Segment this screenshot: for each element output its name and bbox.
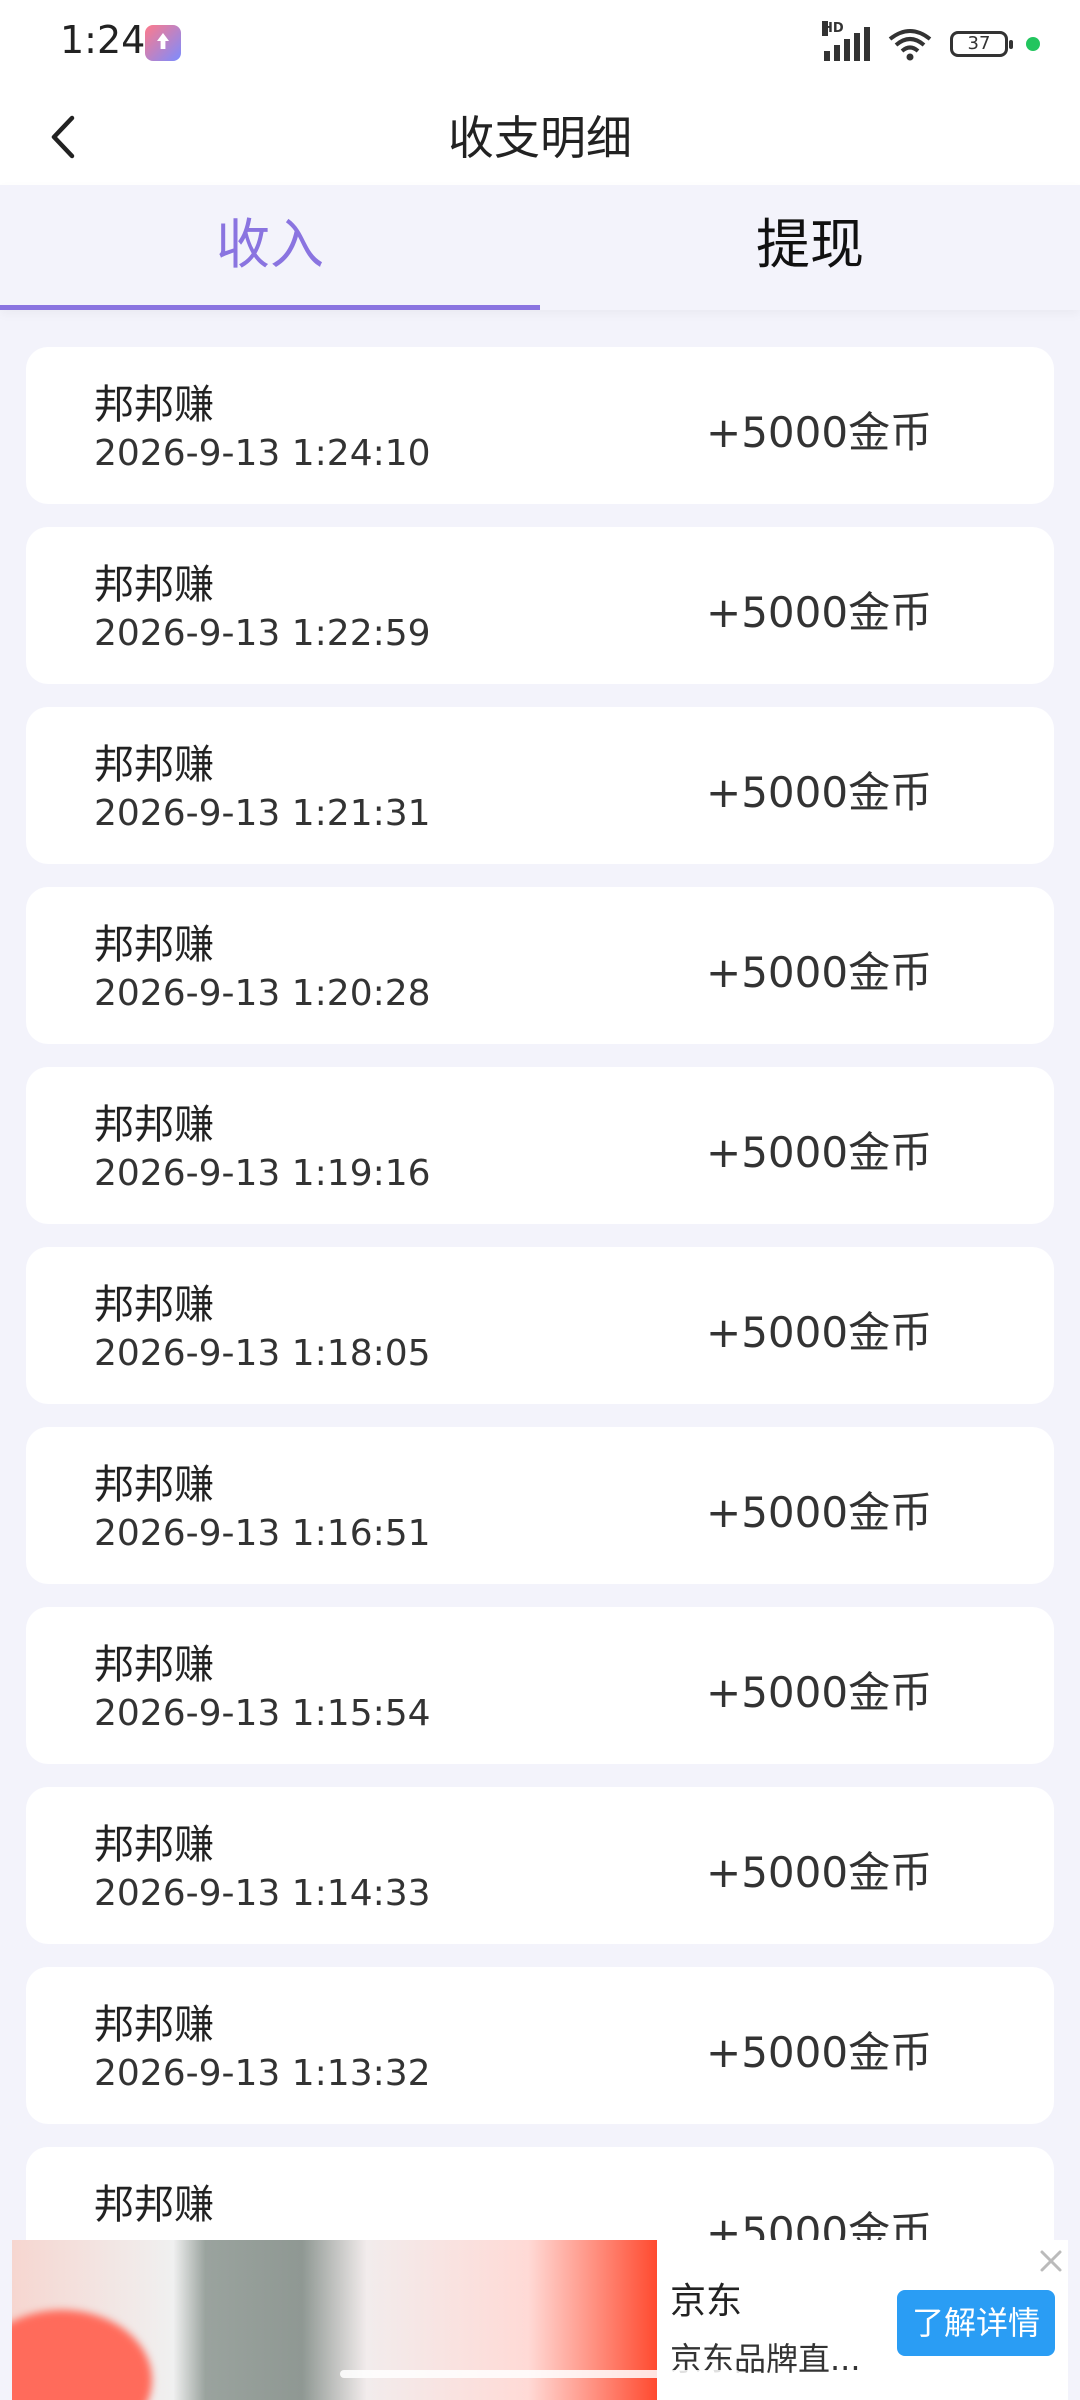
- record-card: 邦邦赚 2026-9-13 1:13:32 +5000金币: [26, 1967, 1054, 2124]
- status-bar: 1:24 HD 37: [0, 0, 1080, 90]
- battery-icon: 37: [950, 31, 1013, 57]
- record-source: 邦邦赚: [94, 1282, 214, 1328]
- record-card: 邦邦赚 2026-9-13 1:16:51 +5000金币: [26, 1427, 1054, 1584]
- record-card: 邦邦赚 2026-9-13 1:24:10 +5000金币: [26, 347, 1054, 504]
- record-time: 2026-9-13 1:13:32: [94, 2053, 431, 2094]
- ad-learn-more-button[interactable]: 了解详情: [897, 2290, 1055, 2356]
- record-amount: +5000金币: [706, 1308, 933, 1357]
- record-time: 2026-9-13 1:14:33: [94, 1873, 431, 1914]
- record-card: 邦邦赚 2026-9-13 1:21:31 +5000金币: [26, 707, 1054, 864]
- record-time: 2026-9-13 1:21:31: [94, 793, 431, 834]
- page-title: 收支明细: [448, 111, 632, 165]
- record-source: 邦邦赚: [94, 1822, 214, 1868]
- status-indicators: HD 37: [822, 21, 1040, 64]
- record-source: 邦邦赚: [94, 2002, 214, 2048]
- record-amount: +5000金币: [706, 1128, 933, 1177]
- app-notification-icon: [145, 25, 181, 61]
- record-card: 邦邦赚 2026-9-13 1:18:05 +5000金币: [26, 1247, 1054, 1404]
- cellular-signal-icon: HD: [822, 21, 870, 61]
- record-amount: +5000金币: [706, 948, 933, 997]
- record-time: 2026-9-13 1:20:28: [94, 973, 431, 1014]
- record-card: 邦邦赚 2026-9-13 1:14:33 +5000金币: [26, 1787, 1054, 1944]
- home-indicator[interactable]: [340, 2370, 740, 2378]
- hd-label: HD: [822, 21, 844, 36]
- record-time: 2026-9-13 1:22:59: [94, 613, 431, 654]
- record-amount: +5000金币: [706, 2028, 933, 2077]
- record-time: 2026-9-13 1:16:51: [94, 1513, 431, 1554]
- tab-withdraw[interactable]: 提现: [540, 185, 1080, 310]
- record-card: 邦邦赚 2026-9-13 1:20:28 +5000金币: [26, 887, 1054, 1044]
- tab-income[interactable]: 收入: [0, 185, 540, 310]
- record-source: 邦邦赚: [94, 1462, 214, 1508]
- record-time: 2026-9-13 1:24:10: [94, 433, 431, 474]
- record-source: 邦邦赚: [94, 382, 214, 428]
- wifi-icon: [888, 29, 932, 61]
- status-time: 1:24: [60, 18, 146, 62]
- record-amount: +5000金币: [706, 588, 933, 637]
- top-navigation-bar: 收支明细: [0, 90, 1080, 185]
- record-amount: +5000金币: [706, 1668, 933, 1717]
- record-source: 邦邦赚: [94, 2182, 214, 2228]
- record-list: 邦邦赚 2026-9-13 1:24:10 +5000金币 邦邦赚 2026-9…: [26, 347, 1054, 2327]
- record-card: 邦邦赚 2026-9-13 1:15:54 +5000金币: [26, 1607, 1054, 1764]
- record-card: 邦邦赚 2026-9-13 1:19:16 +5000金币: [26, 1067, 1054, 1224]
- record-amount: +5000金币: [706, 1848, 933, 1897]
- ad-title: 京东: [670, 2281, 743, 2322]
- record-source: 邦邦赚: [94, 742, 214, 788]
- record-time: 2026-9-13 1:19:16: [94, 1153, 431, 1194]
- privacy-indicator-dot: [1026, 37, 1040, 51]
- record-amount: +5000金币: [706, 768, 933, 817]
- record-amount: +5000金币: [706, 408, 933, 457]
- record-source: 邦邦赚: [94, 1102, 214, 1148]
- record-time: 2026-9-13 1:15:54: [94, 1693, 431, 1734]
- record-source: 邦邦赚: [94, 562, 214, 608]
- record-amount: +5000金币: [706, 1488, 933, 1537]
- record-source: 邦邦赚: [94, 1642, 214, 1688]
- tab-bar: 收入 提现: [0, 185, 1080, 310]
- record-source: 邦邦赚: [94, 922, 214, 968]
- record-card: 邦邦赚 2026-9-13 1:22:59 +5000金币: [26, 527, 1054, 684]
- close-icon[interactable]: [1034, 2244, 1068, 2278]
- record-time: 2026-9-13 1:18:05: [94, 1333, 431, 1374]
